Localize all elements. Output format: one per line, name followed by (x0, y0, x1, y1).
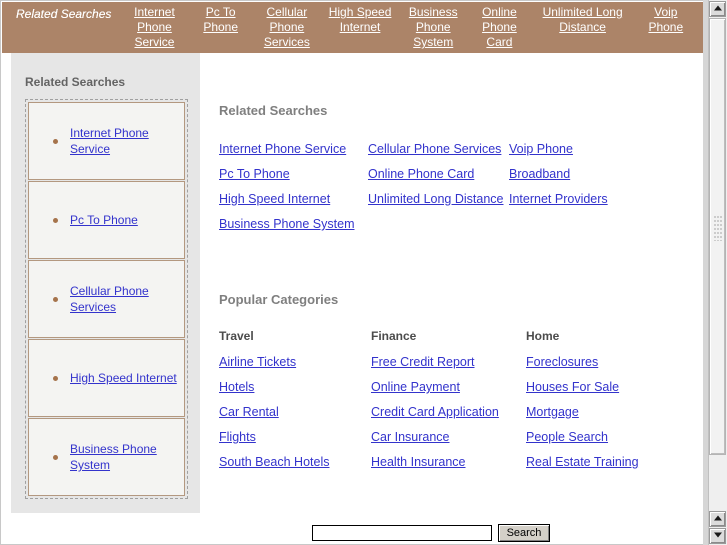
related-link-pc-to-phone[interactable]: Pc To Phone (219, 167, 290, 181)
category-link-online-payment[interactable]: Online Payment (371, 380, 460, 394)
topbar-link-voip-phone[interactable]: Voip Phone (635, 5, 697, 35)
triangle-down-icon (713, 532, 722, 538)
category-column-title-home: Home (526, 329, 560, 343)
sidebar-item-label[interactable]: Business Phone System (70, 441, 182, 473)
related-link-voip-phone[interactable]: Voip Phone (509, 142, 573, 156)
topbar-link-pc-to-phone[interactable]: Pc To Phone (190, 5, 252, 35)
sidebar-title: Related Searches (25, 75, 126, 89)
sidebar-item-label[interactable]: Cellular Phone Services (70, 283, 182, 315)
scrollbar-thumb[interactable] (709, 18, 726, 455)
topbar-link-list: Internet Phone Service Pc To Phone Cellu… (111, 5, 703, 50)
sidebar-item-high-speed-internet[interactable]: High Speed Internet (28, 339, 185, 417)
vertical-scrollbar[interactable] (703, 0, 727, 545)
category-column-title-finance: Finance (371, 329, 417, 343)
related-link-online-phone-card[interactable]: Online Phone Card (368, 167, 474, 181)
related-link-internet-phone-service[interactable]: Internet Phone Service (219, 142, 346, 156)
sidebar-item-internet-phone-service[interactable]: Internet Phone Service (28, 102, 185, 180)
bullet-icon (53, 375, 58, 381)
related-link-high-speed-internet[interactable]: High Speed Internet (219, 192, 330, 206)
topbar-title: Related Searches (16, 7, 112, 21)
category-link-people-search[interactable]: People Search (526, 430, 608, 444)
popular-categories-heading: Popular Categories (219, 292, 339, 307)
scroll-up-button[interactable] (709, 1, 726, 17)
scrollbar-grip-icon (713, 215, 722, 241)
related-searches-link-grid: Internet Phone Service Cellular Phone Se… (219, 142, 689, 231)
triangle-up-icon (713, 5, 722, 11)
category-link-free-credit-report[interactable]: Free Credit Report (371, 355, 475, 369)
category-link-credit-card-application[interactable]: Credit Card Application (371, 405, 499, 419)
topbar-link-online-phone-card[interactable]: Online Phone Card (468, 5, 530, 50)
search-input[interactable] (312, 525, 492, 541)
category-link-hotels[interactable]: Hotels (219, 380, 254, 394)
category-link-mortgage[interactable]: Mortgage (526, 405, 579, 419)
bullet-icon (53, 138, 58, 144)
related-link-broadband[interactable]: Broadband (509, 167, 570, 181)
scroll-up-button-secondary[interactable] (709, 511, 726, 527)
triangle-up-icon (713, 515, 722, 521)
scroll-down-button[interactable] (709, 528, 726, 544)
sidebar: Related Searches Internet Phone Service … (11, 53, 200, 513)
main-content: Related Searches Internet Phone Service … (219, 53, 689, 469)
category-link-health-insurance[interactable]: Health Insurance (371, 455, 466, 469)
sidebar-item-label[interactable]: Internet Phone Service (70, 125, 182, 157)
related-link-internet-providers[interactable]: Internet Providers (509, 192, 608, 206)
bullet-icon (53, 454, 58, 460)
category-link-foreclosures[interactable]: Foreclosures (526, 355, 598, 369)
search-button[interactable]: Search (498, 524, 550, 542)
related-link-business-phone-system[interactable]: Business Phone System (219, 217, 355, 231)
category-link-real-estate-training[interactable]: Real Estate Training (526, 455, 639, 469)
popular-categories-grid: Travel Finance Home Airline Tickets Free… (219, 329, 689, 469)
sidebar-item-cellular-phone-services[interactable]: Cellular Phone Services (28, 260, 185, 338)
category-link-car-rental[interactable]: Car Rental (219, 405, 279, 419)
category-link-car-insurance[interactable]: Car Insurance (371, 430, 450, 444)
category-column-title-travel: Travel (219, 329, 254, 343)
category-link-airline-tickets[interactable]: Airline Tickets (219, 355, 296, 369)
category-link-south-beach-hotels[interactable]: South Beach Hotels (219, 455, 330, 469)
browser-viewport: Related Searches Internet Phone Service … (0, 0, 727, 545)
bullet-icon (53, 296, 58, 302)
sidebar-item-business-phone-system[interactable]: Business Phone System (28, 418, 185, 496)
search-form: Search (312, 524, 550, 542)
sidebar-item-label[interactable]: Pc To Phone (70, 212, 138, 228)
sidebar-item-pc-to-phone[interactable]: Pc To Phone (28, 181, 185, 259)
topbar-link-business-phone-system[interactable]: Business Phone System (402, 5, 464, 50)
bullet-icon (53, 217, 58, 223)
sidebar-item-label[interactable]: High Speed Internet (70, 370, 177, 386)
top-navigation-bar: Related Searches Internet Phone Service … (2, 2, 703, 53)
related-link-unlimited-long-distance[interactable]: Unlimited Long Distance (368, 192, 504, 206)
topbar-link-cellular-phone-services[interactable]: Cellular Phone Services (256, 5, 318, 50)
topbar-link-high-speed-internet[interactable]: High Speed Internet (322, 5, 398, 35)
page-content: Related Searches Internet Phone Service … (0, 0, 703, 545)
topbar-link-unlimited-long-distance[interactable]: Unlimited Long Distance (535, 5, 631, 35)
topbar-link-internet-phone-service[interactable]: Internet Phone Service (123, 5, 185, 50)
category-link-houses-for-sale[interactable]: Houses For Sale (526, 380, 619, 394)
related-link-cellular-phone-services[interactable]: Cellular Phone Services (368, 142, 501, 156)
category-link-flights[interactable]: Flights (219, 430, 256, 444)
related-searches-heading: Related Searches (219, 103, 328, 118)
sidebar-item-list: Internet Phone Service Pc To Phone Cellu… (25, 99, 188, 499)
